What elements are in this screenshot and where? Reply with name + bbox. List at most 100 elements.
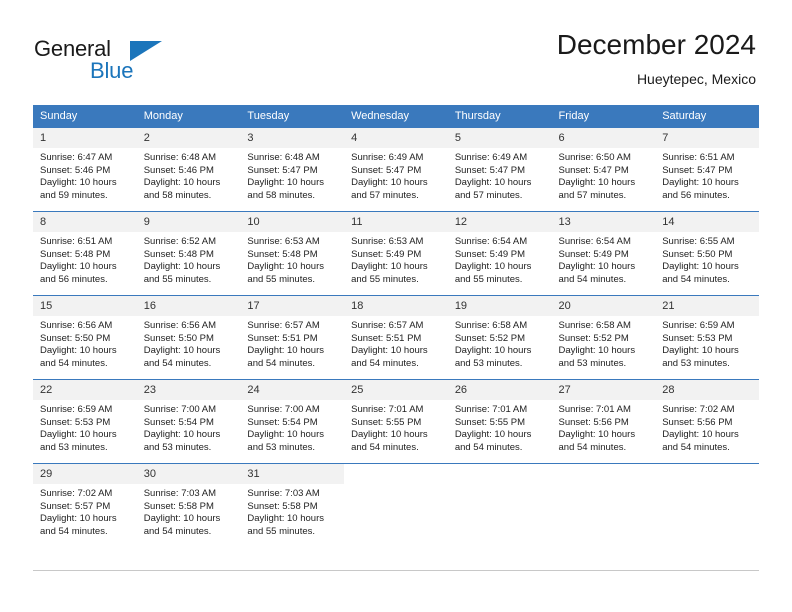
- daylight-text-line1: Daylight: 10 hours: [247, 177, 324, 189]
- day-cell[interactable]: 31 Sunrise: 7:03 AM Sunset: 5:58 PM Dayl…: [240, 463, 345, 547]
- day-number: 29: [33, 464, 137, 484]
- daylight-text-line2: and 55 minutes.: [351, 273, 419, 285]
- day-cell[interactable]: 10 Sunrise: 6:53 AM Sunset: 5:48 PM Dayl…: [240, 211, 345, 296]
- daylight-text-line1: Daylight: 10 hours: [40, 177, 117, 189]
- day-cell[interactable]: 25 Sunrise: 7:01 AM Sunset: 5:55 PM Dayl…: [344, 379, 448, 464]
- day-number: 26: [447, 380, 552, 400]
- day-number: 2: [136, 128, 241, 148]
- weekday-header-thursday: Thursday: [447, 105, 552, 128]
- day-number: [655, 464, 759, 484]
- day-cell[interactable]: 15 Sunrise: 6:56 AM Sunset: 5:50 PM Dayl…: [33, 295, 137, 380]
- general-blue-logo[interactable]: General Blue: [34, 36, 234, 92]
- calendar-header-row: Sunday Monday Tuesday Wednesday Thursday…: [33, 105, 759, 128]
- weekday-header-monday: Monday: [136, 105, 241, 128]
- daylight-text-line2: and 55 minutes.: [143, 273, 212, 285]
- day-number: 3: [240, 128, 345, 148]
- daylight-text-line1: Daylight: 10 hours: [351, 429, 428, 441]
- day-number: 8: [33, 212, 137, 232]
- daylight-text-line2: and 57 minutes.: [351, 189, 419, 201]
- day-cell[interactable]: 27 Sunrise: 7:01 AM Sunset: 5:56 PM Dayl…: [551, 379, 656, 464]
- day-cell[interactable]: 6 Sunrise: 6:50 AM Sunset: 5:47 PM Dayli…: [551, 127, 656, 212]
- sunset-text: Sunset: 5:49 PM: [351, 248, 422, 260]
- day-number: [551, 464, 656, 484]
- sunset-text: Sunset: 5:49 PM: [454, 248, 526, 260]
- day-cell[interactable]: 14 Sunrise: 6:55 AM Sunset: 5:50 PM Dayl…: [655, 211, 759, 296]
- day-cell[interactable]: 20 Sunrise: 6:58 AM Sunset: 5:52 PM Dayl…: [551, 295, 656, 380]
- day-details: Sunrise: 6:58 AM Sunset: 5:52 PM Dayligh…: [552, 316, 656, 370]
- logo-text-blue: Blue: [90, 58, 134, 83]
- daylight-text-line1: Daylight: 10 hours: [454, 261, 532, 273]
- day-cell[interactable]: 30 Sunrise: 7:03 AM Sunset: 5:58 PM Dayl…: [136, 463, 241, 547]
- day-details: Sunrise: 7:03 AM Sunset: 5:58 PM Dayligh…: [137, 484, 241, 538]
- day-details: Sunrise: 6:52 AM Sunset: 5:48 PM Dayligh…: [137, 232, 241, 286]
- sunrise-text: Sunrise: 6:52 AM: [143, 236, 217, 247]
- day-cell[interactable]: 24 Sunrise: 7:00 AM Sunset: 5:54 PM Dayl…: [240, 379, 345, 464]
- sunset-text: Sunset: 5:51 PM: [351, 332, 422, 344]
- sunset-text: Sunset: 5:57 PM: [40, 500, 111, 512]
- sunrise-text: Sunrise: 6:47 AM: [40, 152, 113, 163]
- day-cell[interactable]: 26 Sunrise: 7:01 AM Sunset: 5:55 PM Dayl…: [447, 379, 552, 464]
- day-number: 19: [447, 296, 552, 316]
- daylight-text-line2: and 54 minutes.: [351, 441, 419, 453]
- day-cell[interactable]: 8 Sunrise: 6:51 AM Sunset: 5:48 PM Dayli…: [33, 211, 137, 296]
- day-cell[interactable]: 5 Sunrise: 6:49 AM Sunset: 5:47 PM Dayli…: [447, 127, 552, 212]
- day-details: Sunrise: 6:50 AM Sunset: 5:47 PM Dayligh…: [552, 148, 656, 202]
- day-cell-empty: [344, 463, 448, 547]
- day-number: 27: [551, 380, 656, 400]
- day-cell[interactable]: 21 Sunrise: 6:59 AM Sunset: 5:53 PM Dayl…: [655, 295, 759, 380]
- sunrise-text: Sunrise: 7:01 AM: [454, 404, 528, 415]
- day-number: 4: [344, 128, 448, 148]
- day-cell[interactable]: 7 Sunrise: 6:51 AM Sunset: 5:47 PM Dayli…: [655, 127, 759, 212]
- day-cell[interactable]: 18 Sunrise: 6:57 AM Sunset: 5:51 PM Dayl…: [344, 295, 448, 380]
- daylight-text-line2: and 58 minutes.: [247, 189, 316, 201]
- title-block: December 2024 Hueytepec, Mexico: [557, 28, 756, 89]
- daylight-text-line1: Daylight: 10 hours: [351, 345, 428, 357]
- day-cell[interactable]: 3 Sunrise: 6:48 AM Sunset: 5:47 PM Dayli…: [240, 127, 345, 212]
- day-cell[interactable]: 19 Sunrise: 6:58 AM Sunset: 5:52 PM Dayl…: [447, 295, 552, 380]
- day-details: Sunrise: 6:48 AM Sunset: 5:46 PM Dayligh…: [137, 148, 241, 202]
- day-cell[interactable]: 28 Sunrise: 7:02 AM Sunset: 5:56 PM Dayl…: [655, 379, 759, 464]
- day-cell[interactable]: 12 Sunrise: 6:54 AM Sunset: 5:49 PM Dayl…: [447, 211, 552, 296]
- sunrise-text: Sunrise: 6:56 AM: [40, 320, 113, 331]
- day-cell[interactable]: 22 Sunrise: 6:59 AM Sunset: 5:53 PM Dayl…: [33, 379, 137, 464]
- sunrise-text: Sunrise: 7:00 AM: [143, 404, 217, 415]
- daylight-text-line1: Daylight: 10 hours: [454, 177, 532, 189]
- day-cell[interactable]: 13 Sunrise: 6:54 AM Sunset: 5:49 PM Dayl…: [551, 211, 656, 296]
- sunset-text: Sunset: 5:52 PM: [558, 332, 629, 344]
- daylight-text-line2: and 53 minutes.: [247, 441, 316, 453]
- daylight-text-line1: Daylight: 10 hours: [662, 429, 739, 441]
- daylight-text-line1: Daylight: 10 hours: [143, 261, 221, 273]
- day-cell[interactable]: 11 Sunrise: 6:53 AM Sunset: 5:49 PM Dayl…: [344, 211, 448, 296]
- day-cell[interactable]: 23 Sunrise: 7:00 AM Sunset: 5:54 PM Dayl…: [136, 379, 241, 464]
- sunrise-text: Sunrise: 6:58 AM: [558, 320, 631, 331]
- sunset-text: Sunset: 5:55 PM: [351, 416, 422, 428]
- day-cell[interactable]: 29 Sunrise: 7:02 AM Sunset: 5:57 PM Dayl…: [33, 463, 137, 547]
- day-cell[interactable]: 17 Sunrise: 6:57 AM Sunset: 5:51 PM Dayl…: [240, 295, 345, 380]
- day-cell[interactable]: 2 Sunrise: 6:48 AM Sunset: 5:46 PM Dayli…: [136, 127, 241, 212]
- day-details: Sunrise: 7:02 AM Sunset: 5:56 PM Dayligh…: [655, 400, 759, 454]
- sunset-text: Sunset: 5:54 PM: [247, 416, 318, 428]
- calendar-week-row: 1 Sunrise: 6:47 AM Sunset: 5:46 PM Dayli…: [33, 127, 759, 212]
- day-number: 28: [655, 380, 759, 400]
- daylight-text-line1: Daylight: 10 hours: [247, 345, 324, 357]
- sunrise-text: Sunrise: 6:49 AM: [351, 152, 424, 163]
- day-details: Sunrise: 7:01 AM Sunset: 5:56 PM Dayligh…: [552, 400, 656, 454]
- calendar-body: 1 Sunrise: 6:47 AM Sunset: 5:46 PM Dayli…: [33, 127, 759, 547]
- sunrise-text: Sunrise: 6:51 AM: [40, 236, 113, 247]
- day-cell[interactable]: 16 Sunrise: 6:56 AM Sunset: 5:50 PM Dayl…: [136, 295, 241, 380]
- day-details: Sunrise: 6:57 AM Sunset: 5:51 PM Dayligh…: [344, 316, 448, 370]
- day-cell[interactable]: 4 Sunrise: 6:49 AM Sunset: 5:47 PM Dayli…: [344, 127, 448, 212]
- day-number: 18: [344, 296, 448, 316]
- day-cell[interactable]: 9 Sunrise: 6:52 AM Sunset: 5:48 PM Dayli…: [136, 211, 241, 296]
- sunrise-text: Sunrise: 7:03 AM: [247, 488, 320, 499]
- day-cell-empty: [551, 463, 656, 547]
- weekday-header-sunday: Sunday: [33, 105, 137, 128]
- sunset-text: Sunset: 5:46 PM: [40, 164, 111, 176]
- page-title: December 2024: [556, 29, 756, 60]
- day-cell-empty: [655, 463, 759, 547]
- day-cell[interactable]: 1 Sunrise: 6:47 AM Sunset: 5:46 PM Dayli…: [33, 127, 137, 212]
- weekday-header-friday: Friday: [551, 105, 656, 128]
- day-details: Sunrise: 7:02 AM Sunset: 5:57 PM Dayligh…: [33, 484, 137, 538]
- sunrise-text: Sunrise: 7:02 AM: [662, 404, 735, 415]
- day-details: Sunrise: 6:53 AM Sunset: 5:48 PM Dayligh…: [240, 232, 344, 286]
